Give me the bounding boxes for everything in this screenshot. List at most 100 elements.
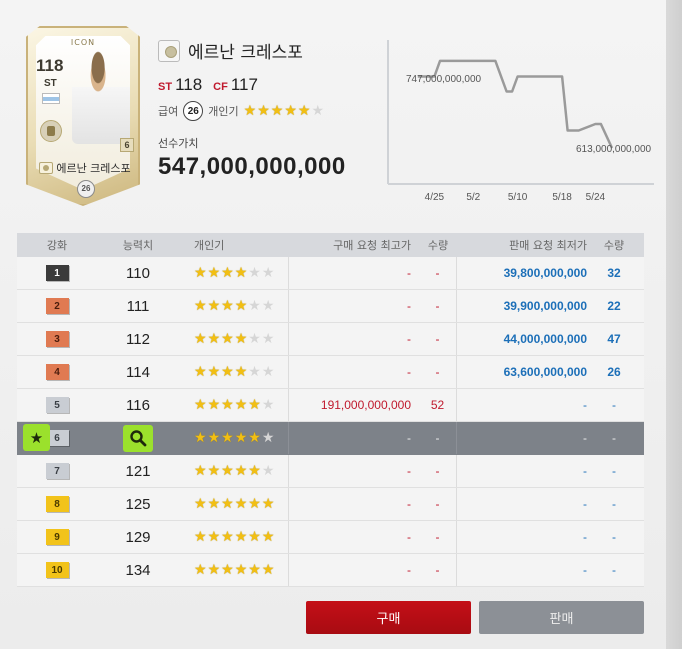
- star-icon: ★: [261, 463, 275, 479]
- search-button[interactable]: [123, 424, 153, 452]
- star-icon: ★: [194, 463, 207, 479]
- table-row[interactable]: 1 110 ★ ★ ★ ★ ★ ★ - -39,800,000,000 32: [17, 257, 644, 290]
- card-season-label: ICON: [70, 38, 96, 47]
- position-rating: 118: [175, 75, 203, 94]
- ability-cell: 125: [97, 488, 179, 520]
- ability-cell: 114: [97, 356, 179, 388]
- grade-badge: 9: [45, 529, 69, 545]
- search-icon: [130, 430, 147, 447]
- buy-qty: -: [419, 323, 457, 355]
- buy-price: -: [407, 299, 411, 313]
- star-icon: ★: [207, 562, 221, 578]
- buy-price: -: [407, 563, 411, 577]
- buy-price: -: [407, 332, 411, 346]
- grade-cell: 7: [17, 455, 97, 487]
- sell-qty: 26: [607, 365, 621, 379]
- salary-label: 급여: [158, 105, 179, 118]
- star-icon: ★: [261, 496, 275, 512]
- sell-qty: 22: [607, 299, 621, 313]
- grade-badge: 1: [45, 265, 69, 281]
- grade-badge: 8: [45, 496, 69, 512]
- buy-price: -: [407, 464, 411, 478]
- star-icon: ★: [221, 331, 234, 347]
- table-row[interactable]: 5 116 ★ ★ ★ ★ ★ ★ 191,000,000,000 52- -: [17, 389, 644, 422]
- ability-cell: [97, 422, 179, 454]
- popularity-cell: ★ ★ ★ ★ ★ ★: [179, 488, 289, 520]
- sell-price: 39,900,000,000: [503, 299, 587, 313]
- ability-value: 121: [125, 462, 151, 480]
- grade-cell: 3: [17, 323, 97, 355]
- ability-cell: 121: [97, 455, 179, 487]
- table-row[interactable]: ★ 6 ★ ★ ★ ★ ★ ★ - - - -: [17, 422, 644, 455]
- buy-qty: -: [419, 356, 457, 388]
- ability-value: 116: [126, 396, 150, 414]
- ability-value: 129: [125, 528, 151, 546]
- favorite-star-button[interactable]: ★: [23, 424, 50, 451]
- buy-qty: -: [419, 521, 457, 553]
- sell-button[interactable]: 판매: [479, 601, 644, 634]
- sell-qty: -: [612, 398, 616, 412]
- card-salary-badge: 26: [77, 180, 95, 198]
- market-table: 강화 능력치 개인기 구매 요청 최고가 수량 판매 요청 최저가 수량 1 11…: [17, 233, 644, 587]
- sell-qty: -: [612, 497, 616, 511]
- grade-badge: 2: [45, 298, 69, 314]
- popularity-cell: ★ ★ ★ ★ ★ ★: [179, 554, 289, 586]
- star-icon: ★: [221, 496, 234, 512]
- chart-x-tick-label: 4/25: [425, 192, 445, 203]
- buy-button[interactable]: 구매: [306, 601, 471, 634]
- table-row[interactable]: 7 121 ★ ★ ★ ★ ★ ★ - - - -: [17, 455, 644, 488]
- header-buy-price: 구매 요청 최고가: [333, 239, 411, 252]
- player-card: ICON 118 ST 6 에르난 크레스포 26: [26, 26, 140, 206]
- popularity-cell: ★ ★ ★ ★ ★ ★: [179, 356, 289, 388]
- season-mini-icon: [39, 162, 54, 174]
- sell-qty: -: [612, 464, 616, 478]
- star-icon: ★: [261, 265, 275, 281]
- club-emblem-icon: [40, 120, 62, 142]
- card-player-name: 에르난 크레스포: [56, 162, 131, 175]
- star-icon: ★: [234, 298, 248, 314]
- sell-price: -: [583, 464, 587, 478]
- star-icon: ★: [234, 397, 248, 413]
- table-row[interactable]: 4 114 ★ ★ ★ ★ ★ ★ - -63,600,000,000 26: [17, 356, 644, 389]
- grade-badge: 7: [45, 463, 69, 479]
- ability-value: 111: [126, 297, 150, 315]
- table-row[interactable]: 9 129 ★ ★ ★ ★ ★ ★ - - - -: [17, 521, 644, 554]
- star-icon: ★: [221, 562, 234, 578]
- star-icon: ★: [194, 430, 207, 446]
- table-row[interactable]: 10 134 ★ ★ ★ ★ ★ ★ - - - -: [17, 554, 644, 587]
- ability-value: 110: [126, 264, 150, 282]
- popularity-cell: ★ ★ ★ ★ ★ ★: [179, 422, 289, 454]
- position-label: CF: [213, 81, 228, 93]
- buy-qty: -: [419, 488, 457, 520]
- star-icon: ★: [194, 298, 207, 314]
- ability-cell: 111: [97, 290, 179, 322]
- star-icon: ★: [207, 298, 221, 314]
- star-icon: ★: [207, 463, 221, 479]
- star-icon: ★: [248, 430, 261, 446]
- grade-cell: 2: [17, 290, 97, 322]
- popularity-cell: ★ ★ ★ ★ ★ ★: [179, 323, 289, 355]
- star-icon: ★: [248, 397, 261, 413]
- grade-badge: 3: [45, 331, 69, 347]
- sell-qty: -: [612, 530, 616, 544]
- star-icon: ★: [311, 103, 324, 119]
- grade-cell: 9: [17, 521, 97, 553]
- star-icon: ★: [221, 265, 234, 281]
- ability-cell: 110: [97, 257, 179, 289]
- sell-qty: 47: [607, 332, 621, 346]
- table-row[interactable]: 2 111 ★ ★ ★ ★ ★ ★ - -39,900,000,000 22: [17, 290, 644, 323]
- grade-cell: 5: [17, 389, 97, 421]
- star-icon: ★: [221, 397, 234, 413]
- star-icon: ★: [234, 265, 248, 281]
- popularity-cell: ★ ★ ★ ★ ★ ★: [179, 521, 289, 553]
- star-icon: ★: [207, 529, 221, 545]
- table-row[interactable]: 8 125 ★ ★ ★ ★ ★ ★ - - - -: [17, 488, 644, 521]
- table-row[interactable]: 3 112 ★ ★ ★ ★ ★ ★ - -44,000,000,000 47: [17, 323, 644, 356]
- popularity-cell: ★ ★ ★ ★ ★ ★: [179, 455, 289, 487]
- price-history-chart: 747,000,000,000 613,000,000,000 4/25 5/2 5/1…: [387, 40, 654, 203]
- ability-value: 114: [126, 363, 150, 381]
- buy-price: -: [407, 266, 411, 280]
- star-icon: ★: [261, 430, 275, 446]
- popularity-label: 개인기: [208, 105, 239, 118]
- star-icon: ★: [221, 298, 234, 314]
